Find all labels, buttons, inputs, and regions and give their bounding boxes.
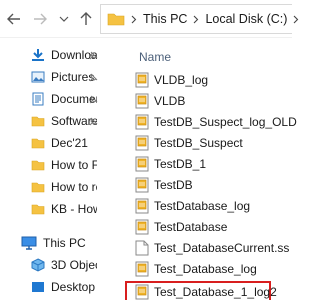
pin-icon	[88, 116, 98, 130]
nav-item-software[interactable]: Software	[0, 110, 121, 132]
database-file-icon	[135, 219, 149, 235]
nav-item-how-to-fix[interactable]: How to Fix	[0, 154, 121, 176]
nav-item-pictures[interactable]: Pictures	[0, 66, 121, 88]
breadcrumb-this-pc[interactable]: This PC	[143, 12, 187, 26]
file-name: TestDB_Suspect_log_OLD	[154, 115, 297, 129]
file-list: Name VLDB_log VLDB TestDB_Suspect_log_OL…	[121, 38, 297, 300]
nav-item-label: How to re	[51, 180, 97, 194]
database-file-icon	[135, 198, 149, 214]
list-item[interactable]: Test_DatabaseCurrent.ss	[121, 238, 292, 258]
nav-item-label: How to Fix	[51, 158, 97, 172]
file-name: VLDB	[154, 94, 186, 108]
folder-icon	[31, 114, 45, 128]
nav-item-kb-how[interactable]: KB - How	[0, 198, 121, 220]
list-item[interactable]: TestDB_Suspect	[121, 133, 292, 153]
pin-icon	[88, 50, 98, 64]
nav-item-how-to-re[interactable]: How to re	[0, 176, 121, 198]
desktop-icon	[31, 280, 45, 294]
nav-item-label: 3D Objects	[51, 258, 97, 272]
folder-icon	[31, 202, 45, 216]
back-button[interactable]	[6, 10, 22, 28]
nav-item-documents[interactable]: Documents	[0, 88, 121, 110]
file-name: Test_Database_log	[154, 262, 257, 276]
pin-icon	[88, 72, 98, 86]
list-item[interactable]: VLDB	[121, 91, 292, 111]
file-name: TestDB	[154, 178, 193, 192]
recent-locations-button[interactable]	[56, 10, 72, 28]
database-file-icon	[135, 156, 149, 172]
computer-icon	[21, 236, 37, 250]
file-name: TestDatabase	[154, 220, 228, 234]
nav-item-this-pc[interactable]: This PC	[0, 232, 121, 254]
file-icon	[135, 240, 149, 256]
arrow-up-icon	[80, 12, 92, 26]
nav-item-dec21[interactable]: Dec'21	[0, 132, 121, 154]
list-item[interactable]: TestDB_1	[121, 154, 292, 174]
download-icon	[31, 48, 45, 62]
address-toolbar: This PC Local Disk (C:)	[0, 0, 299, 38]
nav-item-label: Desktop	[51, 280, 96, 294]
column-header-name[interactable]: Name	[139, 50, 171, 64]
database-file-icon	[135, 93, 149, 109]
nav-item-3d-objects[interactable]: 3D Objects	[0, 254, 121, 276]
nav-item-downloads[interactable]: Downloads	[0, 44, 121, 66]
arrow-right-icon	[33, 13, 47, 25]
file-name: VLDB_log	[154, 73, 209, 87]
forward-button[interactable]	[32, 10, 48, 28]
folder-icon	[107, 12, 125, 26]
file-name: TestDB_Suspect	[154, 136, 243, 150]
cube-icon	[31, 258, 45, 272]
chevron-down-icon	[59, 16, 69, 22]
list-item-highlighted[interactable]: Test_Database_1_log2	[121, 281, 292, 300]
database-file-icon	[135, 261, 149, 277]
nav-item-label: KB - How	[51, 202, 97, 216]
file-name: TestDB_1	[154, 157, 207, 171]
arrow-left-icon	[7, 13, 21, 25]
documents-icon	[31, 92, 45, 106]
list-item[interactable]: TestDatabase_log	[121, 196, 292, 216]
list-item[interactable]: VLDB_log	[121, 70, 292, 90]
breadcrumb-local-disk[interactable]: Local Disk (C:)	[205, 12, 287, 26]
nav-item-desktop[interactable]: Desktop	[0, 276, 121, 298]
list-item[interactable]: TestDatabase	[121, 217, 292, 237]
nav-item-label: This PC	[43, 236, 86, 250]
file-name: Test_DatabaseCurrent.ss	[154, 241, 290, 255]
database-file-icon	[135, 135, 149, 151]
chevron-right-icon	[293, 15, 299, 24]
list-item[interactable]: TestDB	[121, 175, 292, 195]
list-item[interactable]: Test_Database_log	[121, 259, 292, 279]
folder-icon	[31, 158, 45, 172]
folder-icon	[31, 136, 45, 150]
folder-icon	[31, 180, 45, 194]
database-file-icon	[135, 114, 149, 130]
address-bar[interactable]: This PC Local Disk (C:)	[100, 4, 299, 34]
pictures-icon	[31, 70, 45, 84]
database-file-icon	[135, 284, 149, 300]
pin-icon	[88, 94, 98, 108]
file-name: TestDatabase_log	[154, 199, 251, 213]
chevron-right-icon	[193, 15, 199, 24]
up-button[interactable]	[78, 10, 94, 28]
chevron-right-icon	[131, 15, 137, 24]
file-name: Test_Database_1_log2	[154, 285, 277, 299]
nav-item-label: Dec'21	[51, 136, 88, 150]
navigation-pane: Downloads Pictures Documents Software	[0, 38, 121, 300]
database-file-icon	[135, 177, 149, 193]
database-file-icon	[135, 72, 149, 88]
list-item[interactable]: TestDB_Suspect_log_OLD	[121, 112, 297, 132]
